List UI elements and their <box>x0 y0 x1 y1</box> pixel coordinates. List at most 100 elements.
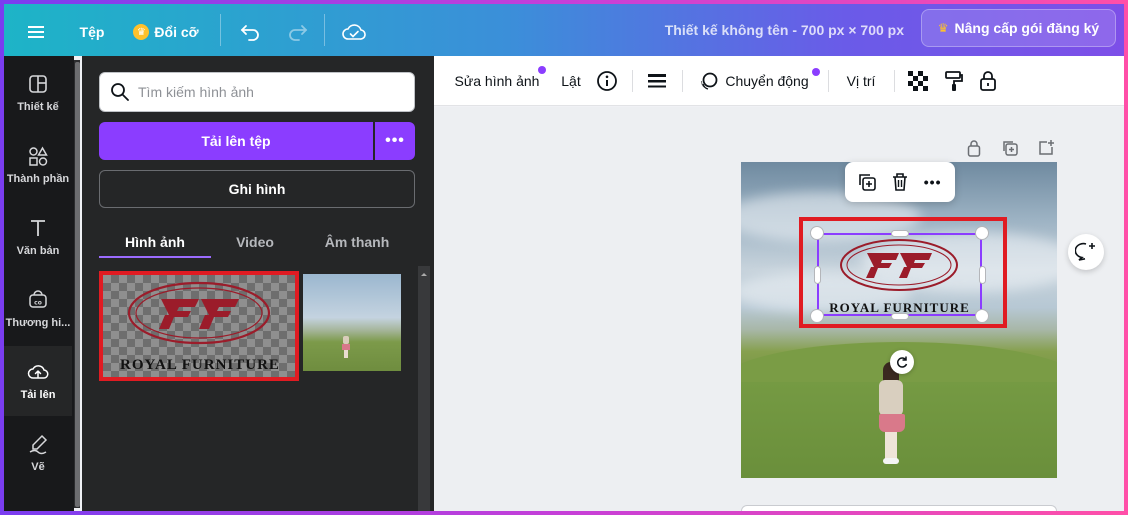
rail-label: Vẽ <box>31 461 45 473</box>
upgrade-button[interactable]: ♛ Nâng cấp gói đăng ký <box>921 9 1116 47</box>
upgrade-label: Nâng cấp gói đăng ký <box>954 20 1100 36</box>
lock-button[interactable] <box>972 64 1004 98</box>
lock-page-button[interactable] <box>961 137 987 159</box>
undo-button[interactable] <box>232 14 268 50</box>
rail-scrollbar-thumb[interactable] <box>75 62 80 507</box>
resize-handle-top-left[interactable] <box>810 226 824 240</box>
photo-person <box>873 362 913 472</box>
resize-handle-top[interactable] <box>891 230 909 237</box>
left-rail: Thiết kế Thành phần Văn bản co Thương hi… <box>4 56 74 511</box>
undo-icon <box>240 25 259 41</box>
divider <box>324 14 325 46</box>
skirt <box>879 414 905 432</box>
resize-label: Đổi cỡ <box>154 24 199 40</box>
svg-text:co: co <box>34 300 42 307</box>
text-icon <box>31 220 45 236</box>
photo-person <box>343 336 349 344</box>
cloud-check-icon <box>342 24 366 40</box>
save-status-button[interactable] <box>336 14 372 50</box>
more-options-button[interactable]: ••• <box>919 168 947 196</box>
rail-item-text[interactable]: Văn bản <box>4 202 72 272</box>
upload-thumbnail-photo[interactable] <box>303 274 401 371</box>
comment-add-icon <box>1075 242 1095 261</box>
duplicate-page-button[interactable] <box>997 137 1023 159</box>
crown-icon: ♛ <box>133 24 150 40</box>
resize-handle-bottom[interactable] <box>891 313 909 320</box>
rail-label: Văn bản <box>16 245 60 257</box>
element-floating-toolbar: ••• <box>845 162 955 202</box>
resize-handle-bottom-right[interactable] <box>975 309 989 323</box>
search-box <box>99 72 415 112</box>
panel-scrollbar[interactable] <box>418 266 430 511</box>
record-button[interactable]: Ghi hình <box>99 170 415 208</box>
info-icon <box>597 71 617 91</box>
thumb-logo-text: ROYAL FURNITURE <box>120 357 280 373</box>
paint-roller-icon <box>945 71 963 91</box>
rotate-handle[interactable] <box>890 350 914 374</box>
animate-label: Chuyển động <box>725 73 809 89</box>
flip-button[interactable]: Lật <box>554 64 588 98</box>
upload-more-button[interactable]: ••• <box>375 122 415 160</box>
uploads-panel: Tải lên tệp ••• Ghi hình Hình ảnh Video … <box>82 56 434 511</box>
rail-item-elements[interactable]: Thành phần <box>4 130 72 200</box>
duplicate-element-button[interactable] <box>853 168 881 196</box>
rail-item-design[interactable]: Thiết kế <box>4 58 72 128</box>
tab-video[interactable]: Video <box>211 226 299 258</box>
document-title[interactable]: Thiết kế không tên - 700 px × 700 px <box>624 18 904 42</box>
canvas-area: ROYAL FURNITURE ••• <box>434 107 1124 511</box>
search-icon <box>111 83 129 101</box>
edit-image-button[interactable]: Sửa hình ảnh <box>448 64 546 98</box>
divider <box>828 70 829 92</box>
legs <box>885 432 897 460</box>
rail-item-uploads[interactable]: Tải lên <box>4 346 72 416</box>
scroll-up-icon <box>421 273 427 276</box>
active-tab-indicator <box>99 256 211 258</box>
rail-label: Thương hi... <box>5 317 71 329</box>
transparency-button[interactable] <box>902 64 934 98</box>
shoes <box>883 458 899 464</box>
redo-icon <box>289 25 308 41</box>
editor-app: Tệp ♛ Đổi cỡ Thiết kế không tên - 700 px… <box>4 4 1124 511</box>
search-input[interactable] <box>138 84 398 100</box>
divider <box>220 14 221 46</box>
tab-images[interactable]: Hình ảnh <box>99 226 211 258</box>
duplicate-icon <box>859 174 877 191</box>
border-weight-icon <box>648 74 666 88</box>
position-button[interactable]: Vị trí <box>838 64 884 98</box>
rail-label: Thành phần <box>6 173 70 185</box>
tab-audio[interactable]: Âm thanh <box>299 226 415 258</box>
upload-files-button[interactable]: Tải lên tệp <box>99 122 373 160</box>
add-comment-button[interactable] <box>1068 234 1104 270</box>
copy-style-button[interactable] <box>938 64 970 98</box>
resize-handle-top-right[interactable] <box>975 226 989 240</box>
rotate-icon <box>897 356 908 368</box>
media-tabs: Hình ảnh Video Âm thanh <box>99 226 415 258</box>
resize-handle-bottom-left[interactable] <box>810 309 824 323</box>
rail-item-draw[interactable]: Vẽ <box>4 418 72 488</box>
rail-item-brand[interactable]: co Thương hi... <box>4 274 72 344</box>
top-bar: Tệp ♛ Đổi cỡ Thiết kế không tên - 700 px… <box>4 4 1124 56</box>
next-page-preview[interactable] <box>741 505 1057 511</box>
file-menu-button[interactable]: Tệp <box>70 14 114 50</box>
upload-thumbnail-logo[interactable]: ROYAL FURNITURE <box>99 271 299 381</box>
rail-label: Tải lên <box>20 389 56 401</box>
context-toolbar: Sửa hình ảnh Lật Chuyển động Vị trí <box>434 56 1124 106</box>
menu-button[interactable] <box>18 14 54 50</box>
border-style-button[interactable] <box>640 64 674 98</box>
add-page-button[interactable] <box>1033 137 1059 159</box>
resize-handle-right[interactable] <box>979 266 986 284</box>
redo-button[interactable] <box>280 14 316 50</box>
lock-icon <box>980 71 996 91</box>
delete-element-button[interactable] <box>886 168 914 196</box>
rail-label: Thiết kế <box>17 101 59 113</box>
resize-handle-left[interactable] <box>814 266 821 284</box>
animate-button[interactable]: Chuyển động <box>692 64 816 98</box>
resize-button[interactable]: ♛ Đổi cỡ <box>126 14 206 50</box>
duplicate-icon <box>1003 141 1018 156</box>
info-button[interactable] <box>590 64 624 98</box>
draw-icon <box>29 434 48 455</box>
lock-icon <box>967 140 981 157</box>
hamburger-icon <box>28 26 44 38</box>
trash-icon <box>892 173 907 191</box>
crown-icon: ♛ <box>937 21 949 35</box>
